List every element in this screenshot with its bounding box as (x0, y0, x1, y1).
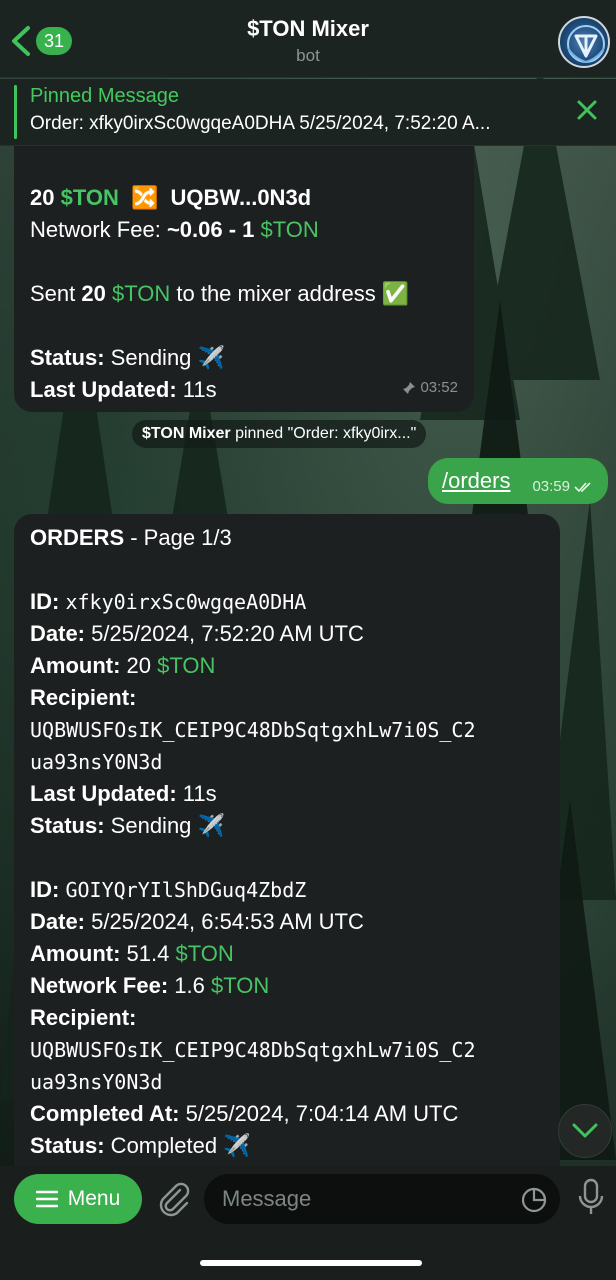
chat-title: $TON Mixer (247, 16, 369, 41)
updated-value: 11s (176, 377, 217, 402)
recipient-line2: ua93nsY0N3d (30, 1070, 163, 1094)
fee-currency: $TON (210, 973, 270, 998)
chevron-down-icon (572, 1123, 598, 1138)
order-entry: ID: xfky0irxSc0wgqeA0DHA Date: 5/25/2024… (30, 586, 544, 842)
date-label: Date: (30, 909, 86, 934)
status-label: Status: (30, 345, 105, 370)
id-label: ID: (30, 589, 60, 614)
chat-subtitle: bot (296, 46, 320, 65)
message-input[interactable] (222, 1186, 502, 1212)
recipient-line1: UQBWUSFOsIK_CEIP9C48DbSqtgxhLw7i0S_C2 (30, 1038, 476, 1062)
mix-currency: $TON (60, 185, 119, 210)
hamburger-icon (35, 1190, 58, 1208)
service-message-pinned: $TON Mixer pinned "Order: xfky0irx..." (132, 420, 427, 448)
message-field[interactable] (204, 1174, 560, 1224)
fee-currency: $TON (260, 217, 319, 242)
pinned-title: Pinned Message (30, 85, 179, 107)
order-amount: 20 (120, 653, 152, 678)
status-line: Status: Sending ✈️ (30, 342, 458, 374)
pinned-text: Order: xfky0irxSc0wgqeA0DHA 5/25/2024, 7… (30, 113, 491, 134)
sent-prefix: Sent (30, 281, 82, 306)
updated-label: Last Updated: (30, 781, 177, 806)
incoming-message-order-status[interactable]: 20 $TON 🔀 UQBW...0N3d Network Fee: ~0.06… (14, 146, 474, 412)
recipient-label: Recipient: (30, 685, 137, 710)
close-icon[interactable] (576, 99, 598, 121)
updated-line: Last Updated: 11s (30, 374, 458, 406)
double-check-icon (574, 481, 591, 492)
network-fee-line: Network Fee: ~0.06 - 1 $TON (30, 214, 458, 246)
outgoing-time-text: 03:59 (532, 478, 570, 495)
mix-amount: 20 (30, 185, 55, 210)
outgoing-time: 03:59 (532, 478, 594, 495)
sent-suffix: to the mixer address ✅ (170, 281, 410, 306)
sent-currency: $TON (111, 281, 171, 306)
pinned-message-bar[interactable]: Pinned Message Order: xfky0irxSc0wgqeA0D… (0, 79, 616, 146)
amount-label: Amount: (30, 653, 121, 678)
date-label: Date: (30, 621, 86, 646)
orders-heading-bold: ORDERS (30, 525, 125, 550)
paperclip-icon[interactable] (156, 1180, 190, 1218)
orders-heading: ORDERS - Page 1/3 (30, 522, 544, 554)
fee-label: Network Fee: (30, 217, 167, 242)
status-label: Status: (30, 1133, 105, 1158)
service-text: pinned "Order: xfky0irx..." (230, 425, 417, 442)
recipient-line2: ua93nsY0N3d (30, 750, 163, 774)
updated-label: Last Updated: (30, 377, 177, 402)
message-time: 03:52 (402, 372, 458, 404)
completed-label: Completed At: (30, 1101, 180, 1126)
shuffle-icon: 🔀 (131, 185, 159, 210)
fee-label: Network Fee: (30, 973, 169, 998)
home-indicator (200, 1260, 422, 1266)
pinned-accent-bar (14, 85, 17, 139)
order-status: Completed ✈️ (104, 1133, 251, 1158)
order-status: Sending ✈️ (104, 813, 225, 838)
sent-line: Sent 20 $TON to the mixer address ✅ (30, 278, 458, 310)
order-completed: 5/25/2024, 7:04:14 AM UTC (179, 1101, 459, 1126)
outgoing-message-orders[interactable]: /orders 03:59 (428, 458, 608, 504)
id-label: ID: (30, 877, 60, 902)
scroll-down-button[interactable] (558, 1104, 612, 1158)
orders-command-link[interactable]: /orders (442, 468, 510, 494)
order-updated: 11s (176, 781, 217, 806)
fee-value: ~0.06 - 1 (166, 217, 255, 242)
chat-title-block[interactable]: $TON Mixer bot (0, 16, 616, 66)
microphone-icon[interactable] (576, 1178, 606, 1218)
order-id: GOIYQrYIlShDGuq4ZbdZ (65, 878, 307, 902)
amount-label: Amount: (30, 941, 121, 966)
mix-address: UQBW...0N3d (170, 185, 312, 210)
status-value: Sending ✈️ (104, 345, 225, 370)
chat-header: 31 $TON Mixer bot (0, 0, 616, 78)
mix-summary-line: 20 $TON 🔀 UQBW...0N3d (30, 182, 458, 214)
menu-button[interactable]: Menu (14, 1174, 142, 1224)
order-currency: $TON (175, 941, 234, 966)
order-date: 5/25/2024, 7:52:20 AM UTC (85, 621, 364, 646)
order-fee: 1.6 (168, 973, 205, 998)
recipient-line1: UQBWUSFOsIK_CEIP9C48DbSqtgxhLw7i0S_C2 (30, 718, 476, 742)
order-amount: 51.4 (120, 941, 170, 966)
pin-icon (403, 382, 416, 394)
order-entry: ID: GOIYQrYIlShDGuq4ZbdZ Date: 5/25/2024… (30, 874, 544, 1162)
orders-heading-rest: - Page 1/3 (124, 525, 232, 550)
recipient-label: Recipient: (30, 1005, 137, 1030)
order-currency: $TON (157, 653, 216, 678)
order-id: xfky0irxSc0wgqeA0DHA (65, 590, 307, 614)
incoming-message-orders-list[interactable]: ORDERS - Page 1/3 ID: xfky0irxSc0wgqeA0D… (14, 514, 560, 1194)
sticker-icon[interactable] (520, 1186, 548, 1214)
service-actor: $TON Mixer (142, 425, 231, 442)
order-date: 5/25/2024, 6:54:53 AM UTC (85, 909, 364, 934)
sent-amount: 20 (81, 281, 106, 306)
status-label: Status: (30, 813, 105, 838)
bot-avatar[interactable] (558, 16, 610, 68)
message-time-text: 03:52 (420, 379, 458, 396)
menu-label: Menu (67, 1187, 121, 1210)
